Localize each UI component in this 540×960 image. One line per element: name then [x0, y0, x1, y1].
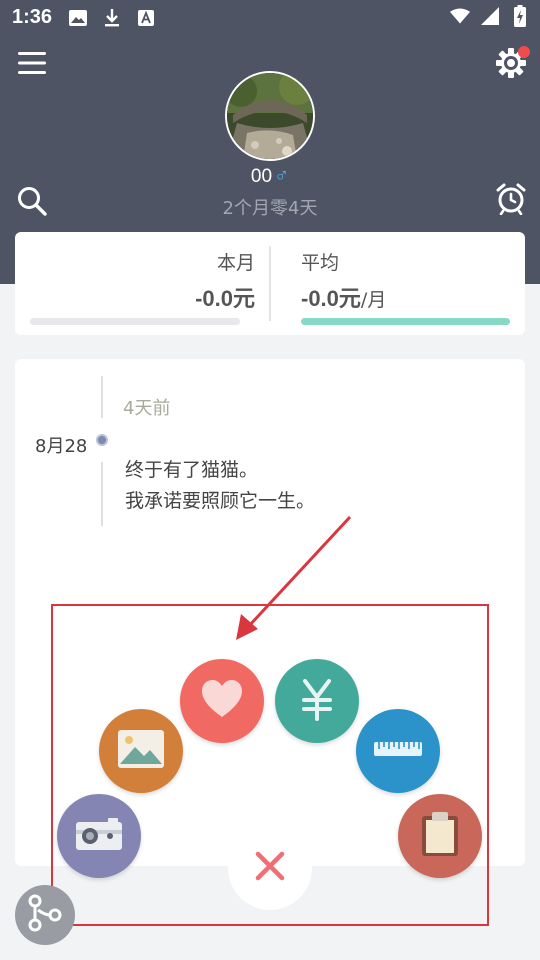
close-icon [254, 850, 286, 886]
yen-icon [295, 677, 339, 725]
clipboard-icon [421, 811, 459, 861]
photo-icon [117, 729, 165, 773]
share-button[interactable] [15, 885, 75, 945]
camera-icon [74, 816, 124, 856]
expense-fab-button[interactable] [275, 659, 359, 743]
heart-icon [200, 679, 244, 723]
share-icon [25, 893, 65, 937]
ruler-icon [373, 740, 423, 762]
notes-fab-button[interactable] [398, 794, 482, 878]
camera-fab-button[interactable] [57, 794, 141, 878]
close-menu-button[interactable] [228, 826, 312, 910]
photo-fab-button[interactable] [99, 709, 183, 793]
health-fab-button[interactable] [180, 659, 264, 743]
measure-fab-button[interactable] [356, 709, 440, 793]
